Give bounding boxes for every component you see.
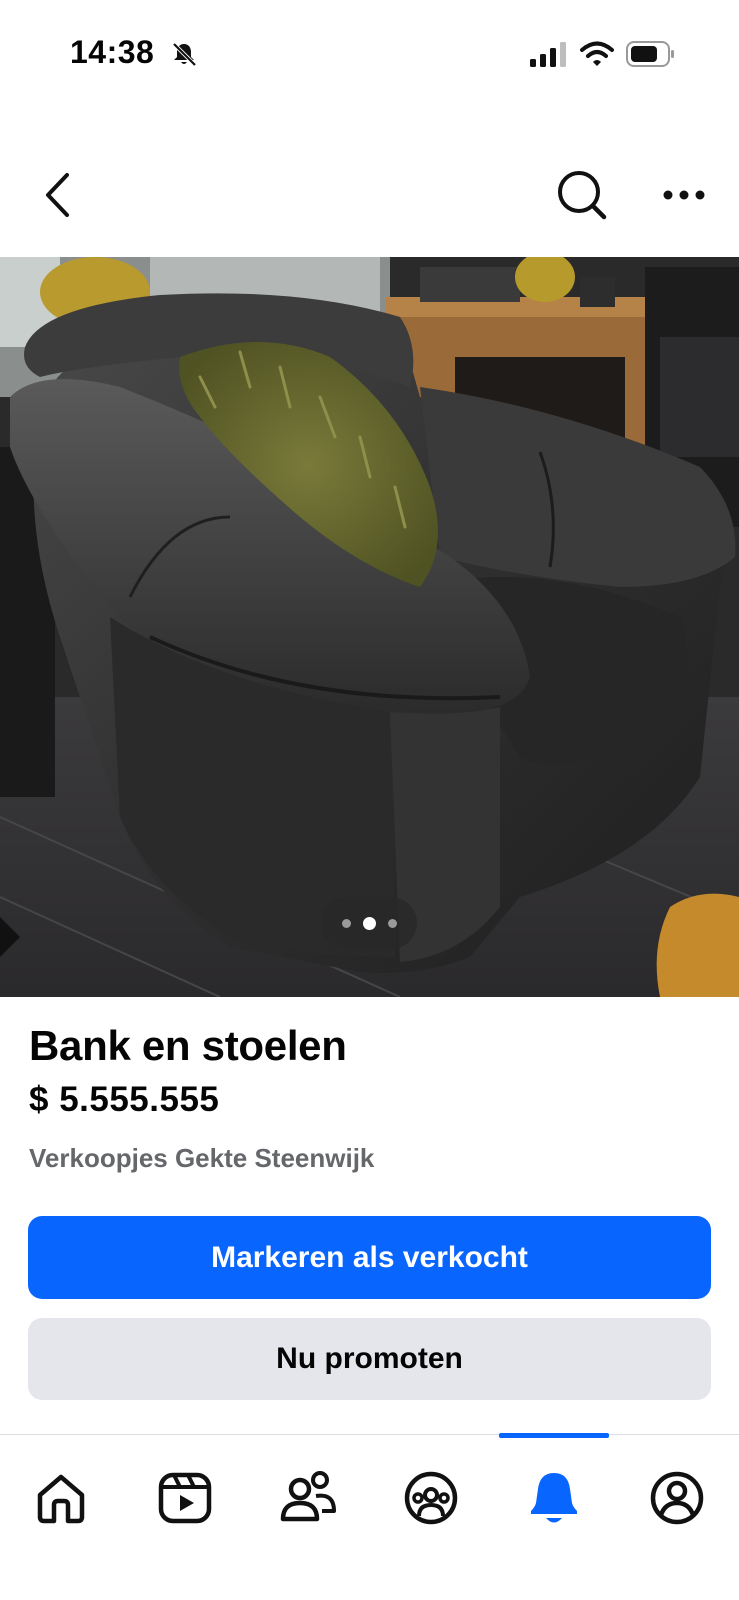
listing-photo[interactable] <box>0 257 739 997</box>
listing-group-link[interactable]: Verkoopjes Gekte Steenwijk <box>29 1143 374 1174</box>
bell-icon <box>531 1473 577 1523</box>
mark-as-sold-button[interactable]: Markeren als verkocht <box>28 1216 711 1299</box>
battery-icon <box>626 41 674 67</box>
groups-icon <box>404 1471 458 1525</box>
pager-dot[interactable] <box>341 918 351 928</box>
profile-icon <box>650 1471 704 1525</box>
image-pager[interactable] <box>321 897 417 949</box>
tab-home[interactable] <box>26 1463 96 1533</box>
status-bar: 14:38 <box>0 0 739 110</box>
wifi-icon <box>580 41 614 66</box>
top-nav <box>0 150 739 240</box>
pager-dot[interactable] <box>387 918 397 928</box>
promote-now-button[interactable]: Nu promoten <box>28 1318 711 1400</box>
active-tab-indicator <box>499 1433 609 1438</box>
armchair-photo <box>0 257 739 997</box>
cellular-signal-icon <box>530 42 566 67</box>
listing-title: Bank en stoelen <box>29 1022 347 1069</box>
bottom-tab-bar <box>0 1433 739 1600</box>
bell-slash-icon <box>172 42 197 67</box>
more-options-button[interactable] <box>654 165 714 225</box>
home-icon <box>37 1474 85 1524</box>
video-icon <box>158 1472 212 1524</box>
friends-icon <box>280 1471 336 1522</box>
tab-groups[interactable] <box>396 1463 466 1533</box>
status-time: 14:38 <box>70 34 155 70</box>
chevron-left-icon <box>46 173 69 217</box>
tab-profile[interactable] <box>642 1463 712 1533</box>
more-horizontal-icon <box>663 190 705 200</box>
tab-friends[interactable] <box>273 1463 343 1533</box>
tab-notifications[interactable] <box>519 1463 589 1533</box>
pager-dot-active[interactable] <box>362 916 376 930</box>
tab-video[interactable] <box>150 1463 220 1533</box>
back-button[interactable] <box>32 165 82 225</box>
listing-price: $ 5.555.555 <box>29 1080 220 1119</box>
search-icon <box>558 171 607 220</box>
search-button[interactable] <box>552 165 612 225</box>
